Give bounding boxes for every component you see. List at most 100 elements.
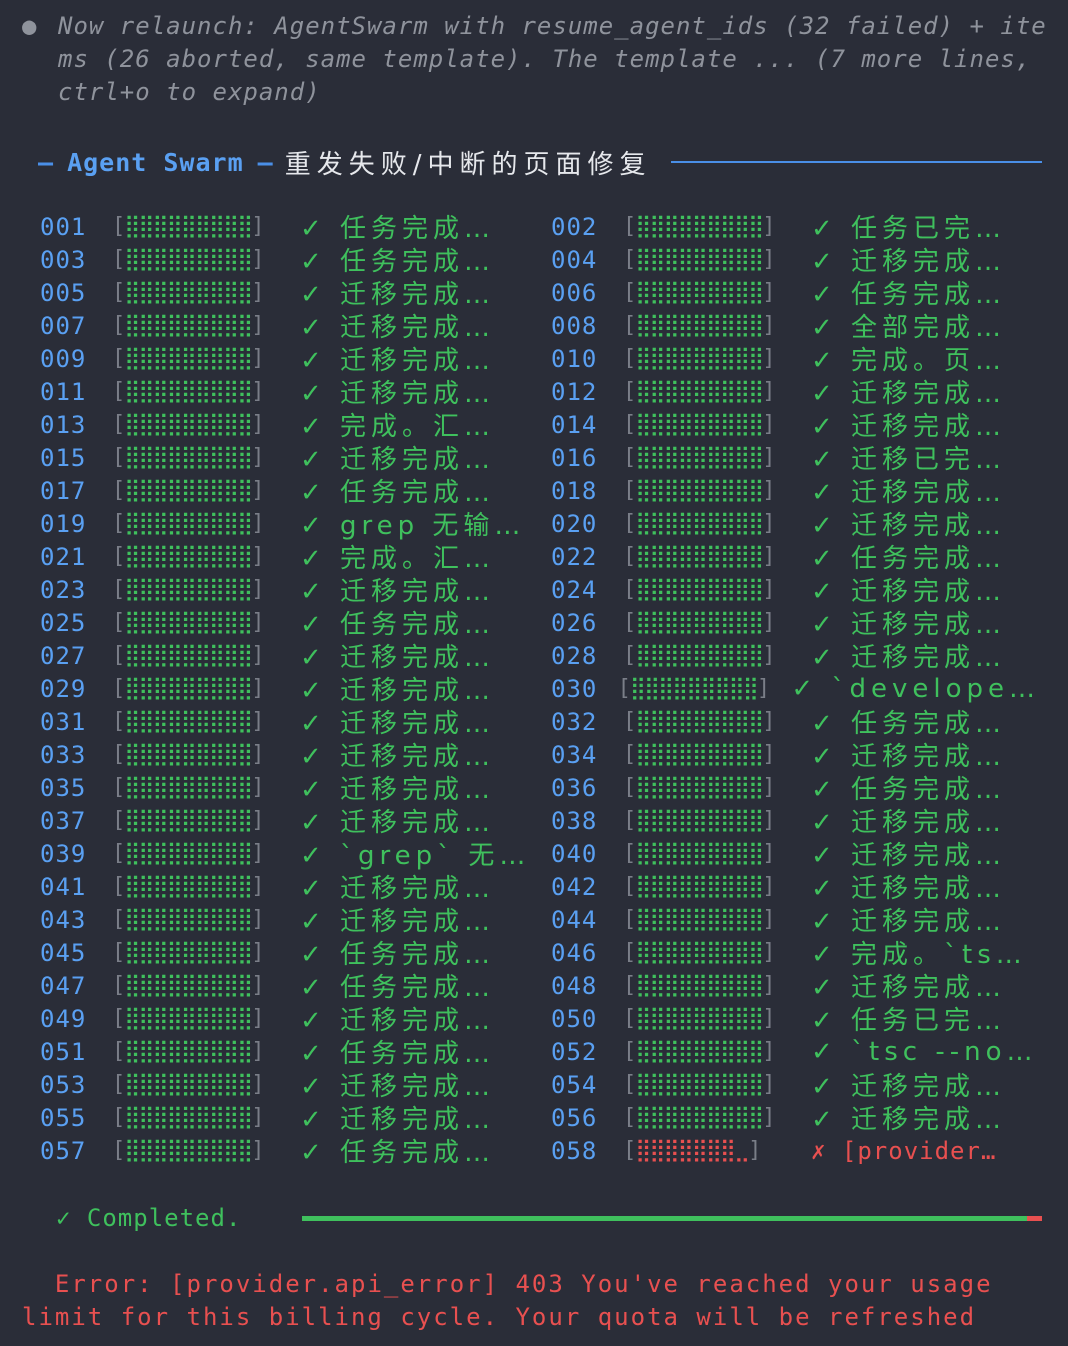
agent-id: 024 [551, 575, 598, 604]
agent-status: ✓ 迁移完成… [300, 709, 496, 738]
agent-progress-fill: ⣿⣿⣿⣿⣿⣿⣿⣿⣿ [124, 841, 253, 866]
agent-status: ✓ 迁移完成… [811, 577, 1007, 606]
agent-progress-bar: [⣿⣿⣿⣿⣿⣿⣿⣿⣿] [623, 775, 776, 800]
agent-status: ✓ 迁移完成… [300, 874, 496, 903]
agent-progress-bar: [⣿⣿⣿⣿⣿⣿⣿⣿⣿] [623, 1006, 776, 1031]
agent-row: 046 [⣿⣿⣿⣿⣿⣿⣿⣿⣿] ✓ 完成。`ts… [551, 936, 1040, 970]
agent-status: ✓ 完成。汇… [300, 544, 496, 573]
agent-id: 020 [551, 509, 598, 538]
agent-row: 058 [⣿⣿⣿⣿⣿⣿⣿⣀] ✗ [provider… [551, 1134, 1040, 1167]
agent-progress-fill: ⣿⣿⣿⣿⣿⣿⣿⣿⣿ [124, 940, 253, 965]
agent-row: 055 [⣿⣿⣿⣿⣿⣿⣿⣿⣿] ✓ 迁移完成… [40, 1101, 551, 1135]
agent-status: ✓ 任务完成… [811, 544, 1007, 573]
agent-id: 037 [40, 806, 87, 835]
previous-message-text[interactable]: Now relaunch: AgentSwarm with resume_age… [58, 10, 1062, 109]
agent-progress-bar: [⣿⣿⣿⣿⣿⣿⣿⣿⣿] [623, 511, 776, 536]
agent-progress-fill: ⣿⣿⣿⣿⣿⣿⣿⣿⣿ [124, 577, 253, 602]
agent-row: 039 [⣿⣿⣿⣿⣿⣿⣿⣿⣿] ✓ `grep` 无… [40, 837, 551, 871]
agent-status: ✓ 迁移完成… [300, 313, 496, 342]
agent-status: ✓ 迁移完成… [811, 874, 1007, 903]
agent-progress-bar: [⣿⣿⣿⣿⣿⣿⣿⣿⣿] [623, 973, 776, 998]
agent-progress-fill: ⣿⣿⣿⣿⣿⣿⣿⣿⣿ [124, 1006, 253, 1031]
agent-row: 037 [⣿⣿⣿⣿⣿⣿⣿⣿⣿] ✓ 迁移完成… [40, 804, 551, 838]
agent-row: 031 [⣿⣿⣿⣿⣿⣿⣿⣿⣿] ✓ 迁移完成… [40, 705, 551, 739]
agent-progress-bar: [⣿⣿⣿⣿⣿⣿⣿⣿⣿] [623, 577, 776, 602]
agent-progress-fill: ⣿⣿⣿⣿⣿⣿⣿⣿⣿ [635, 907, 764, 932]
agent-status: ✓ `develope… [791, 673, 1040, 704]
agent-id: 038 [551, 806, 598, 835]
agent-status: ✓ 任务完成… [811, 280, 1007, 309]
agent-progress-bar: [⣿⣿⣿⣿⣿⣿⣿⣿⣿] [112, 478, 265, 503]
agent-progress-fill: ⣿⣿⣿⣿⣿⣿⣿⣿⣿ [124, 973, 253, 998]
agent-progress-fill: ⣿⣿⣿⣿⣿⣿⣿⣿⣿ [635, 379, 764, 404]
agent-progress-bar: [⣿⣿⣿⣿⣿⣿⣿⣿⣿] [112, 247, 265, 272]
agent-progress-fill: ⣿⣿⣿⣿⣿⣿⣿⣿⣿ [124, 478, 253, 503]
agent-progress-bar: [⣿⣿⣿⣿⣿⣿⣿⣿⣿] [112, 214, 265, 239]
agent-progress-bar: [⣿⣿⣿⣿⣿⣿⣿⣿⣿] [112, 280, 265, 305]
agent-progress-fill: ⣿⣿⣿⣿⣿⣿⣿⣿⣿ [124, 379, 253, 404]
agent-id: 017 [40, 476, 87, 505]
agent-progress-fill: ⣿⣿⣿⣿⣿⣿⣿⣿⣿ [124, 742, 253, 767]
agent-id: 039 [40, 839, 87, 868]
agent-progress-bar: [⣿⣿⣿⣿⣿⣿⣿⣿⣿] [112, 577, 265, 602]
agent-status: ✓ 迁移完成… [811, 808, 1007, 837]
agent-id: 027 [40, 641, 87, 670]
agent-row: 035 [⣿⣿⣿⣿⣿⣿⣿⣿⣿] ✓ 迁移完成… [40, 771, 551, 805]
agent-id: 002 [551, 212, 598, 241]
agent-row: 014 [⣿⣿⣿⣿⣿⣿⣿⣿⣿] ✓ 迁移完成… [551, 408, 1040, 442]
agent-id: 057 [40, 1136, 87, 1165]
agent-id: 023 [40, 575, 87, 604]
agent-progress-bar: [⣿⣿⣿⣿⣿⣿⣿⣿⣿] [623, 907, 776, 932]
agent-id: 056 [551, 1103, 598, 1132]
agent-status: ✓ 迁移完成… [811, 610, 1007, 639]
agent-id: 052 [551, 1037, 598, 1066]
error-message: Error: [provider.api_error] 403 You've r… [22, 1270, 1009, 1331]
agent-status: ✓ 迁移完成… [300, 379, 496, 408]
title-dash-right: — [257, 147, 273, 177]
agent-progress-fill: ⣿⣿⣿⣿⣿⣿⣿⣿⣿ [124, 313, 253, 338]
agent-id: 051 [40, 1037, 87, 1066]
agent-status: ✓ 迁移完成… [811, 247, 1007, 276]
agent-row: 045 [⣿⣿⣿⣿⣿⣿⣿⣿⣿] ✓ 任务完成… [40, 936, 551, 970]
swarm-name: Agent Swarm [67, 147, 244, 177]
agent-progress-fill: ⣿⣿⣿⣿⣿⣿⣿⣿⣿ [635, 1006, 764, 1031]
agent-id: 030 [551, 674, 598, 703]
agent-progress-fill: ⣿⣿⣿⣿⣿⣿⣿⣿⣿ [124, 775, 253, 800]
agent-id: 047 [40, 971, 87, 1000]
agent-progress-bar: [⣿⣿⣿⣿⣿⣿⣿⣿⣿] [623, 544, 776, 569]
agent-progress-fill: ⣿⣿⣿⣿⣿⣿⣿⣿⣿ [124, 874, 253, 899]
agent-progress-fill: ⣿⣿⣿⣿⣿⣿⣿⣿⣿ [629, 676, 759, 701]
agent-progress-fill: ⣿⣿⣿⣿⣿⣿⣿⣿⣿ [124, 808, 253, 833]
agent-progress-bar: [⣿⣿⣿⣿⣿⣿⣿⣿⣿] [112, 610, 265, 635]
agent-progress-fill: ⣿⣿⣿⣿⣿⣿⣿⣿⣿ [635, 280, 764, 305]
agent-progress-fill: ⣿⣿⣿⣿⣿⣿⣿⣿⣿ [635, 346, 764, 371]
agent-id: 040 [551, 839, 598, 868]
agent-status-failed: ✗ [provider… [811, 1136, 997, 1165]
agent-progress-bar: [⣿⣿⣿⣿⣿⣿⣿⣿⣿] [112, 907, 265, 932]
agent-status: ✓ 迁移完成… [300, 907, 496, 936]
agent-status: ✓ 迁移完成… [811, 1105, 1007, 1134]
agent-status: ✓ 迁移完成… [811, 478, 1007, 507]
agent-progress-fill: ⣿⣿⣿⣿⣿⣿⣿⣀ [635, 1138, 750, 1163]
agent-id: 034 [551, 740, 598, 769]
agent-row: 052 [⣿⣿⣿⣿⣿⣿⣿⣿⣿] ✓ `tsc --no… [551, 1035, 1040, 1068]
agent-progress-bar: [⣿⣿⣿⣿⣿⣿⣿⣀] [623, 1138, 761, 1163]
agent-row: 053 [⣿⣿⣿⣿⣿⣿⣿⣿⣿] ✓ 迁移完成… [40, 1068, 551, 1102]
agent-progress-fill: ⣿⣿⣿⣿⣿⣿⣿⣿⣿ [124, 445, 253, 470]
agent-id: 007 [40, 311, 87, 340]
agent-id: 049 [40, 1004, 87, 1033]
agent-row: 041 [⣿⣿⣿⣿⣿⣿⣿⣿⣿] ✓ 迁移完成… [40, 870, 551, 904]
agent-status: ✓ 任务完成… [300, 973, 496, 1002]
agent-id: 046 [551, 938, 598, 967]
agent-progress-bar: [⣿⣿⣿⣿⣿⣿⣿⣿⣿] [112, 1105, 265, 1130]
agent-id: 026 [551, 608, 598, 637]
agent-id: 035 [40, 773, 87, 802]
agent-status: ✓ 迁移完成… [300, 1006, 496, 1035]
agent-row: 026 [⣿⣿⣿⣿⣿⣿⣿⣿⣿] ✓ 迁移完成… [551, 606, 1040, 640]
agent-row: 006 [⣿⣿⣿⣿⣿⣿⣿⣿⣿] ✓ 任务完成… [551, 276, 1040, 310]
agent-progress-bar: [⣿⣿⣿⣿⣿⣿⣿⣿⣿] [112, 412, 265, 437]
agent-id: 041 [40, 872, 87, 901]
agent-progress-bar: [⣿⣿⣿⣿⣿⣿⣿⣿⣿] [623, 841, 776, 866]
agent-row: 012 [⣿⣿⣿⣿⣿⣿⣿⣿⣿] ✓ 迁移完成… [551, 375, 1040, 409]
agent-progress-fill: ⣿⣿⣿⣿⣿⣿⣿⣿⣿ [124, 214, 253, 239]
